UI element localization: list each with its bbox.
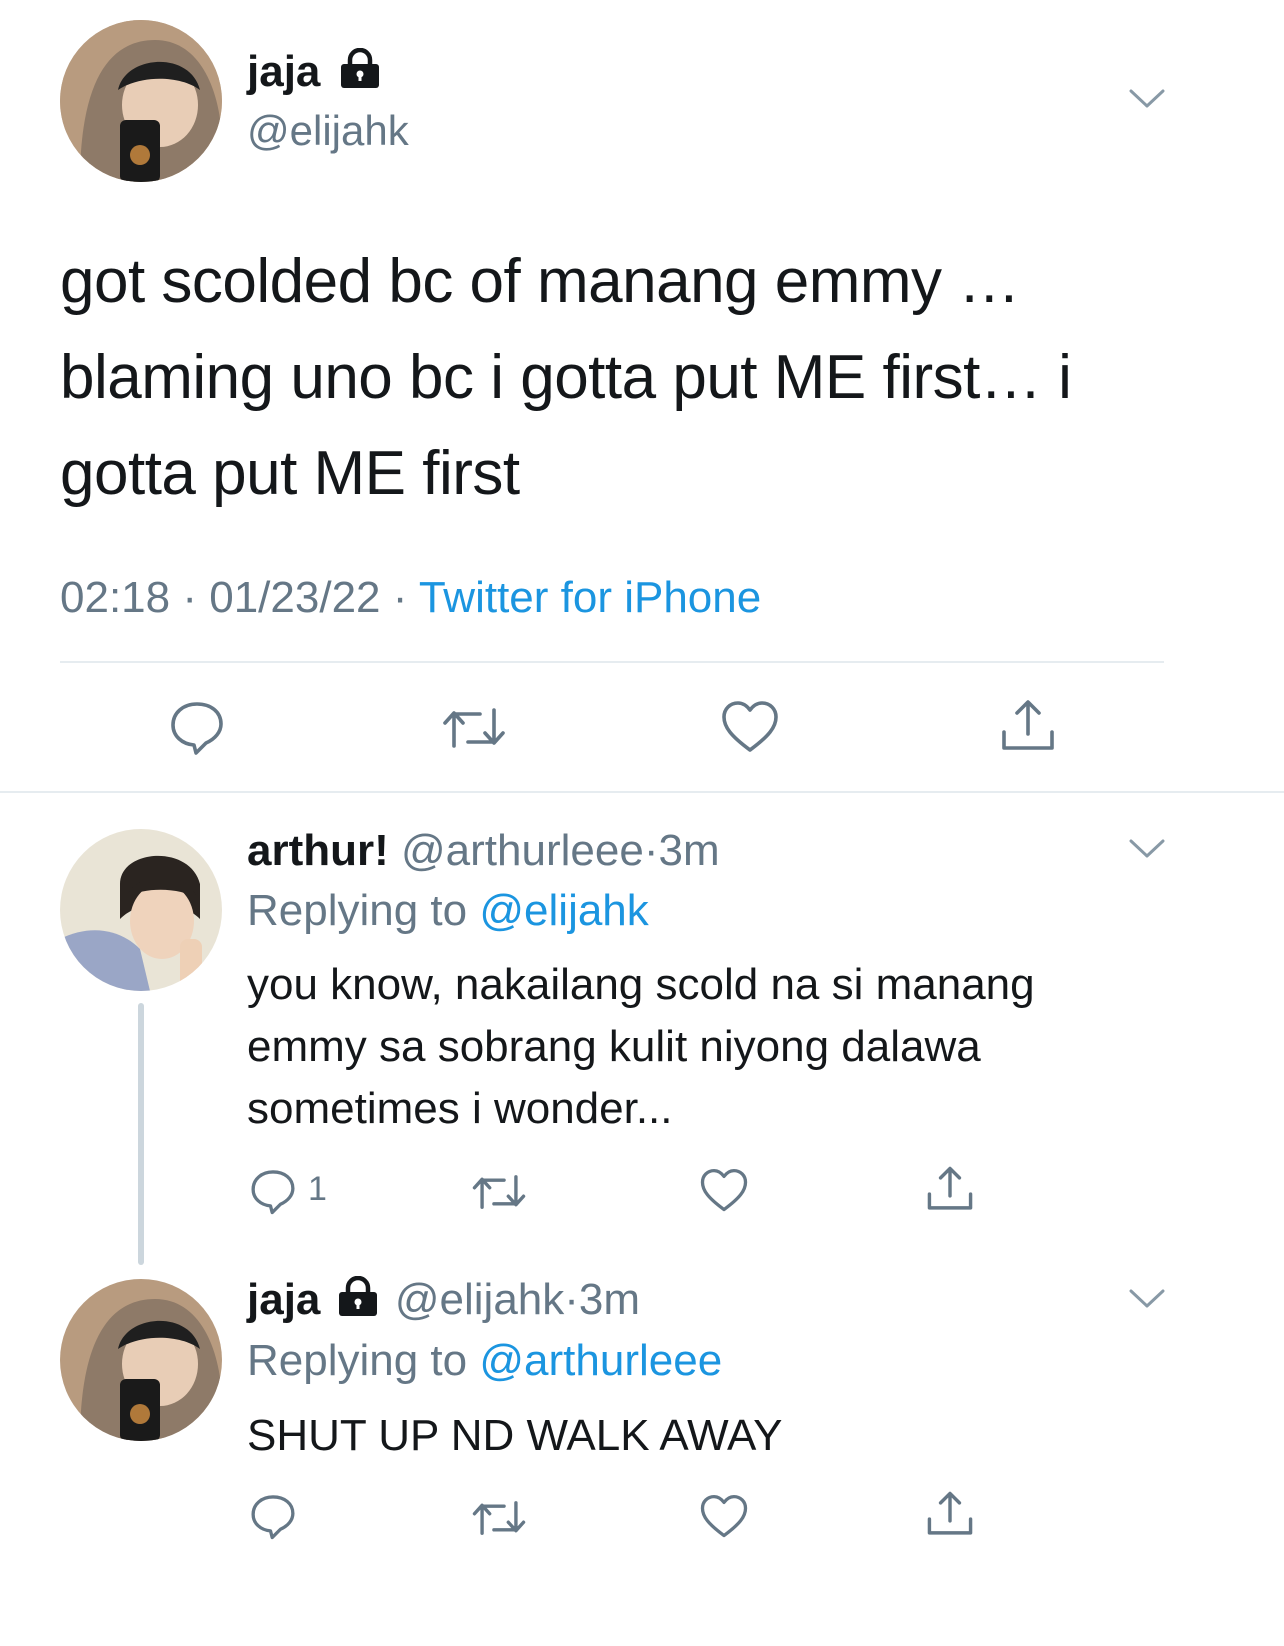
chevron-down-icon[interactable] [1128, 1286, 1166, 1312]
handle[interactable]: @arthurleee [401, 826, 644, 875]
reply-count: 1 [308, 1170, 327, 1208]
replying-to-link[interactable]: @arthurleee [479, 1336, 722, 1385]
replying-to-link[interactable]: @elijahk [479, 886, 648, 935]
reply-icon[interactable] [249, 1492, 297, 1540]
replying-to-line: Replying to @elijahk [247, 884, 649, 938]
share-icon[interactable] [926, 1490, 974, 1538]
dot-separator: · [643, 826, 659, 875]
share-icon[interactable] [1000, 698, 1056, 754]
reply-icon[interactable] [168, 698, 226, 756]
reply-header: jaja @elijahk·3m [247, 1273, 640, 1329]
tweet-source-link[interactable]: Twitter for iPhone [419, 573, 761, 622]
replying-to-line: Replying to @arthurleee [247, 1334, 722, 1388]
heart-icon[interactable] [721, 700, 779, 754]
chevron-down-icon[interactable] [1128, 836, 1166, 862]
reply-header: arthur! @arthurleee·3m [247, 824, 720, 878]
heart-icon[interactable] [700, 1494, 748, 1539]
replying-to-label: Replying to [247, 1336, 468, 1385]
reply-text: SHUT UP ND WALK AWAY [247, 1411, 783, 1460]
thread-line [138, 1003, 144, 1265]
chevron-down-icon[interactable] [1128, 86, 1166, 112]
divider [60, 661, 1164, 663]
handle[interactable]: @elijahk [395, 1275, 564, 1324]
tweet-time: 02:18 [60, 573, 171, 622]
meta-separator: · [182, 573, 197, 622]
display-name[interactable]: arthur! [247, 826, 389, 875]
replying-to-label: Replying to [247, 886, 468, 935]
share-icon[interactable] [926, 1165, 974, 1213]
retweet-icon[interactable] [440, 702, 508, 754]
retweet-icon[interactable] [470, 1170, 528, 1214]
main-display-name-row: jaja [247, 46, 381, 98]
heart-icon[interactable] [700, 1168, 748, 1213]
tweet-date: 01/23/22 [209, 573, 381, 622]
section-divider [0, 791, 1284, 793]
dot-separator: · [564, 1275, 579, 1324]
retweet-icon[interactable] [470, 1496, 528, 1540]
tweet-text: got scolded bc of manang emmy … blaming … [60, 247, 1072, 508]
handle[interactable]: @elijahk [247, 106, 409, 156]
reply-avatar[interactable] [60, 829, 222, 991]
lock-icon [339, 48, 381, 100]
reply-text: you know, nakailang scold na si manang e… [247, 960, 1035, 1133]
meta-separator-2: · [392, 573, 408, 622]
reply-icon[interactable] [249, 1167, 297, 1215]
lock-icon [337, 1275, 379, 1329]
tweet-meta: 02:18 · 01/23/22 · Twitter for iPhone [60, 570, 761, 626]
reply-avatar[interactable] [60, 1279, 222, 1441]
main-avatar[interactable] [60, 20, 222, 182]
display-name[interactable]: jaja [247, 47, 320, 96]
display-name[interactable]: jaja [247, 1275, 320, 1324]
timestamp[interactable]: 3m [579, 1275, 640, 1324]
timestamp[interactable]: 3m [658, 826, 719, 875]
